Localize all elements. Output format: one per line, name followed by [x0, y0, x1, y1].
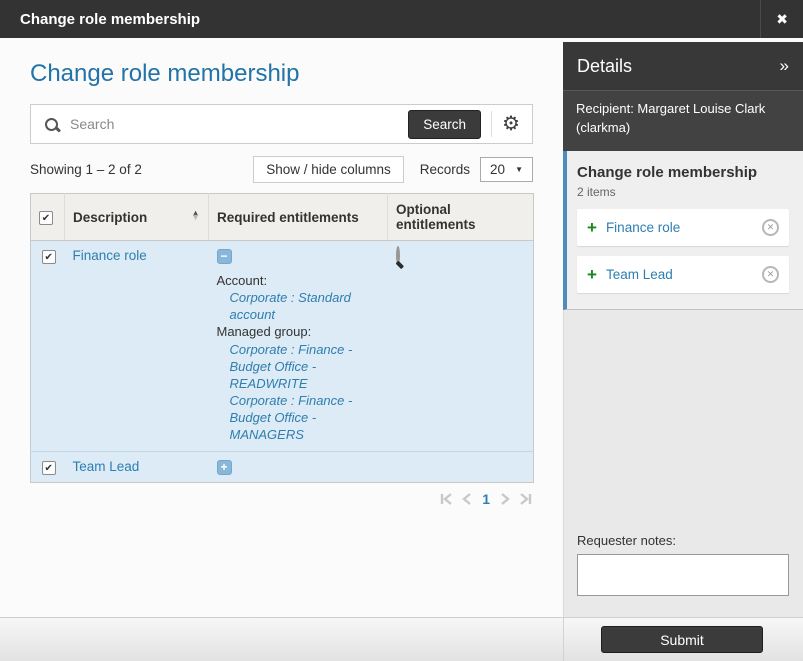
- entitlement-list: Account: Corporate : Standard account Ma…: [217, 272, 382, 444]
- row-checkbox-team-lead[interactable]: ✔: [42, 461, 56, 475]
- cart-title: Change role membership: [577, 164, 789, 181]
- last-page-icon[interactable]: [518, 492, 533, 506]
- column-header-required-entitlements[interactable]: Required entitlements: [209, 194, 388, 241]
- entitlement-group-label: Account:: [217, 272, 382, 289]
- remove-item-icon[interactable]: ✕: [762, 266, 779, 283]
- cart-item-label[interactable]: Finance role: [606, 220, 680, 235]
- pagination: 1: [30, 491, 533, 507]
- sort-icon: ▲ ▼: [191, 211, 200, 221]
- dialog-title: Change role membership: [0, 11, 200, 28]
- show-hide-columns-button[interactable]: Show / hide columns: [253, 156, 404, 183]
- cart-item-finance-role: + Finance role ✕: [577, 209, 789, 246]
- entitlement-value-link[interactable]: Corporate : Finance - Budget Office - MA…: [217, 392, 382, 443]
- result-count-text: Showing 1 – 2 of 2: [30, 162, 142, 177]
- collapse-entitlements-icon[interactable]: −: [217, 249, 232, 264]
- entitlement-value-link[interactable]: Corporate : Finance - Budget Office - RE…: [217, 341, 382, 392]
- search-button[interactable]: Search: [408, 110, 481, 139]
- change-role-membership-dialog: Change role membership ✖ Change role mem…: [0, 0, 803, 661]
- dropdown-caret-icon: ▼: [515, 165, 523, 174]
- column-header-description[interactable]: Description ▲ ▼: [65, 194, 209, 241]
- request-cart: Change role membership 2 items + Finance…: [563, 151, 803, 310]
- records-value: 20: [490, 162, 505, 177]
- submit-button[interactable]: Submit: [601, 626, 763, 653]
- details-sidebar: Details » Recipient: Margaret Louise Cla…: [563, 42, 803, 617]
- details-title: Details: [577, 56, 632, 77]
- cart-item-label[interactable]: Team Lead: [606, 267, 673, 282]
- requester-notes-section: Requester notes:: [577, 533, 789, 601]
- page-number[interactable]: 1: [479, 491, 493, 507]
- footer-divider: [563, 618, 564, 661]
- column-header-optional-entitlements[interactable]: Optional entitlements: [388, 194, 534, 241]
- magnifier-icon[interactable]: [396, 246, 400, 265]
- details-header: Details »: [563, 42, 803, 90]
- table-row-finance-role: ✔ Finance role − Account: Corporate : St…: [31, 241, 534, 452]
- dialog-titlebar: Change role membership ✖: [0, 0, 803, 38]
- requester-notes-textarea[interactable]: [577, 554, 789, 596]
- requester-notes-label: Requester notes:: [577, 533, 789, 548]
- page-title: Change role membership: [30, 60, 563, 88]
- remove-item-icon[interactable]: ✕: [762, 219, 779, 236]
- first-page-icon[interactable]: [439, 492, 454, 506]
- previous-page-icon[interactable]: [461, 492, 472, 506]
- records-label: Records: [420, 162, 470, 177]
- sidebar-lower-area: Requester notes:: [563, 310, 803, 617]
- role-link-team-lead[interactable]: Team Lead: [73, 459, 140, 474]
- search-icon: [45, 118, 58, 131]
- gear-icon[interactable]: ⚙: [502, 114, 524, 134]
- cart-item-team-lead: + Team Lead ✕: [577, 256, 789, 293]
- main-panel: Change role membership Search ⚙ Showing …: [0, 38, 563, 617]
- roles-table: ✔ Description ▲ ▼ Required entitlements …: [30, 193, 534, 483]
- table-header-row: ✔ Description ▲ ▼ Required entitlements …: [31, 194, 534, 241]
- entitlement-group-label: Managed group:: [217, 323, 382, 340]
- cart-item-count: 2 items: [577, 185, 789, 199]
- collapse-sidebar-icon[interactable]: »: [780, 56, 789, 76]
- recipient-text: Recipient: Margaret Louise Clark (clarkm…: [563, 90, 803, 151]
- expand-entitlements-icon[interactable]: +: [217, 460, 232, 475]
- plus-icon: +: [587, 266, 597, 283]
- close-icon[interactable]: ✖: [760, 0, 803, 38]
- plus-icon: +: [587, 219, 597, 236]
- search-separator: [491, 111, 492, 137]
- row-checkbox-finance-role[interactable]: ✔: [42, 250, 56, 264]
- entitlement-value-link[interactable]: Corporate : Standard account: [217, 289, 382, 323]
- select-all-checkbox[interactable]: ✔: [39, 211, 53, 225]
- records-per-page-select[interactable]: 20 ▼: [480, 157, 533, 182]
- role-link-finance-role[interactable]: Finance role: [73, 248, 147, 263]
- table-row-team-lead: ✔ Team Lead +: [31, 451, 534, 482]
- dialog-footer: Submit: [0, 617, 803, 661]
- search-input[interactable]: [70, 116, 408, 132]
- table-toolbar: Showing 1 – 2 of 2 Show / hide columns R…: [30, 156, 533, 183]
- next-page-icon[interactable]: [500, 492, 511, 506]
- search-bar: Search ⚙: [30, 104, 533, 144]
